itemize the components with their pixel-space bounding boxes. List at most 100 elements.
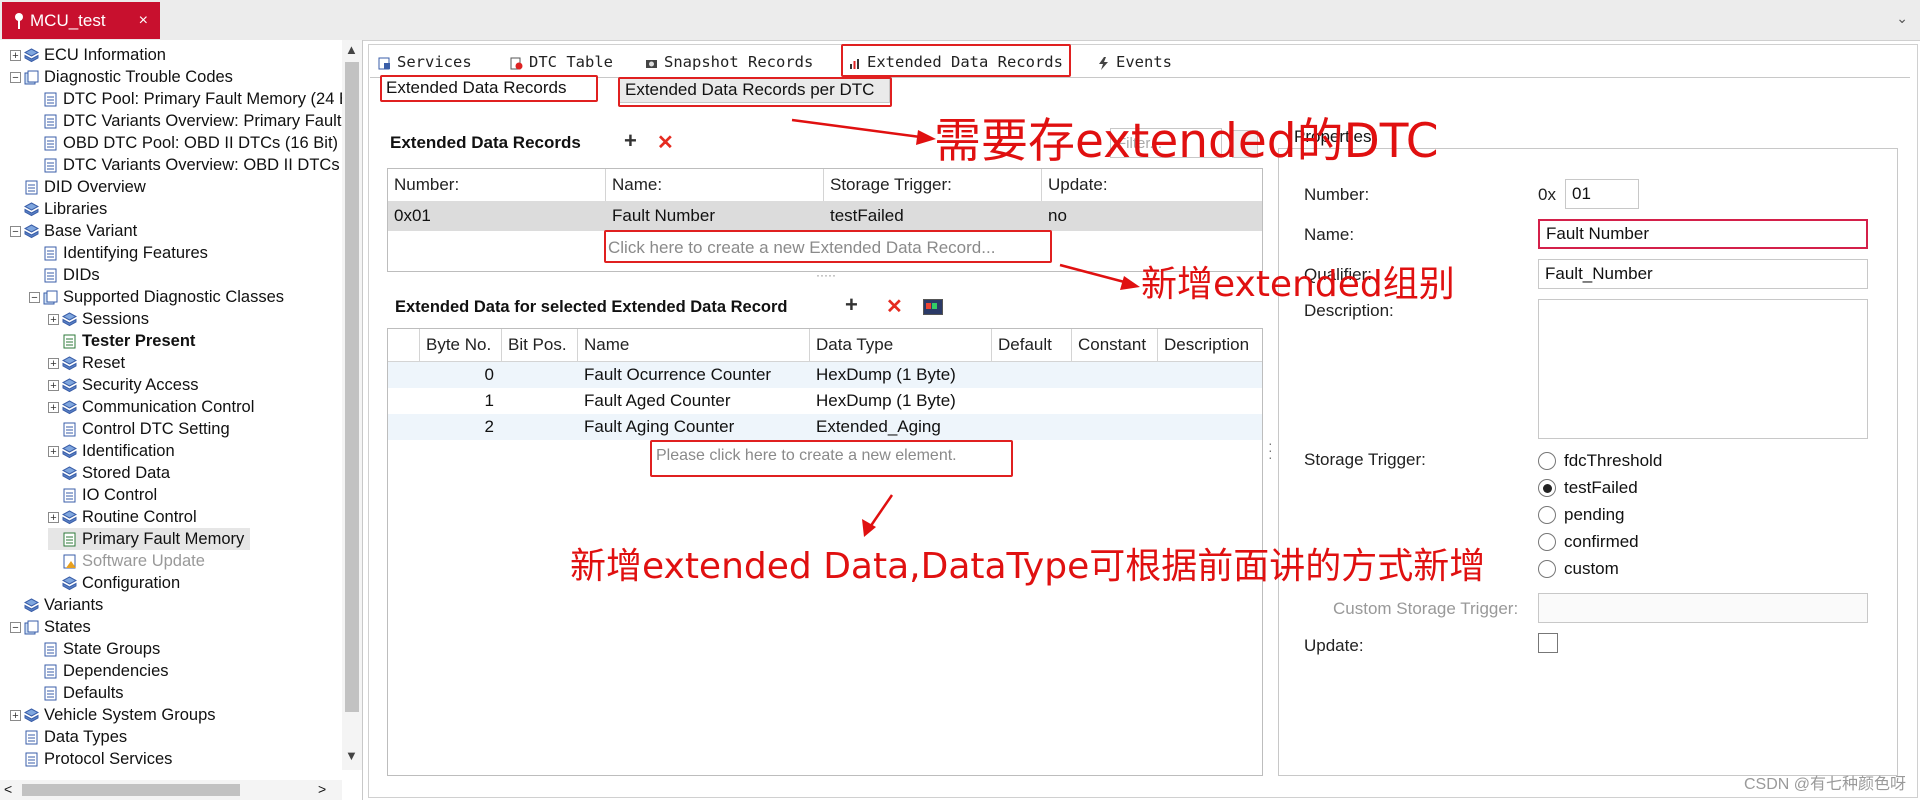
tree-item[interactable]: + Security Access — [48, 374, 198, 396]
records-col-header[interactable]: Number: — [388, 169, 606, 201]
tree-item[interactable]: Dependencies — [29, 660, 169, 682]
description-field[interactable] — [1538, 299, 1868, 439]
scroll-thumb[interactable] — [345, 62, 359, 712]
close-icon[interactable]: × — [139, 12, 148, 30]
tab-events[interactable]: Events — [1097, 48, 1172, 76]
scroll-thumb-horizontal[interactable] — [22, 784, 240, 796]
tree-item[interactable]: − Diagnostic Trouble Codes — [10, 66, 233, 88]
document-tab[interactable]: MCU_test × — [2, 2, 160, 39]
storage-trigger-option[interactable]: testFailed — [1538, 478, 1638, 498]
tab-extended-data-records[interactable]: Extended Data Records — [848, 48, 1063, 76]
elements-col-header[interactable]: Default — [992, 329, 1072, 361]
tree-item[interactable]: Primary Fault Memory — [48, 528, 251, 550]
storage-trigger-option[interactable]: confirmed — [1538, 532, 1639, 552]
tree-item[interactable]: DID Overview — [10, 176, 146, 198]
tree-horizontal-scrollbar[interactable]: < > — [0, 780, 342, 800]
tree-item[interactable]: − Supported Diagnostic Classes — [29, 286, 284, 308]
table-row[interactable]: 0 Fault Ocurrence Counter HexDump (1 Byte) — [388, 362, 1262, 388]
add-element-button[interactable]: + — [845, 292, 858, 318]
tree-item[interactable]: Data Types — [10, 726, 127, 748]
elements-col-header[interactable]: Byte No. — [420, 329, 502, 361]
custom-storage-trigger-field[interactable] — [1538, 593, 1868, 623]
scroll-left-icon[interactable]: < — [4, 781, 12, 797]
tree-item[interactable]: Variants — [10, 594, 103, 616]
subtab-records-per-dtc[interactable]: Extended Data Records per DTC — [618, 77, 890, 103]
table-row[interactable]: 0x01 Fault Number testFailed no — [388, 201, 1262, 231]
tree-item[interactable]: Software Update — [48, 550, 205, 572]
tree-item[interactable]: State Groups — [29, 638, 160, 660]
vertical-splitter-handle[interactable]: · · · — [1268, 436, 1273, 464]
records-col-header[interactable]: Update: — [1042, 169, 1262, 201]
storage-trigger-option[interactable]: custom — [1538, 559, 1619, 579]
delete-record-button[interactable]: ✕ — [657, 130, 674, 155]
tree-item[interactable]: − States — [10, 616, 91, 638]
create-element-hint[interactable]: Please click here to create a new elemen… — [656, 441, 957, 471]
scroll-right-icon[interactable]: > — [318, 781, 326, 797]
tree-item[interactable]: DTC Variants Overview: Primary Fault I — [29, 110, 351, 132]
elements-col-header[interactable]: Description — [1158, 329, 1262, 361]
subtab-extended-data-records[interactable]: Extended Data Records — [380, 75, 598, 101]
tree-item[interactable]: Libraries — [10, 198, 107, 220]
records-col-header[interactable]: Name: — [606, 169, 824, 201]
expand-icon[interactable]: + — [10, 709, 21, 721]
storage-trigger-option[interactable]: fdcThreshold — [1538, 451, 1662, 471]
tree-item[interactable]: + Communication Control — [48, 396, 254, 418]
create-record-hint[interactable]: Click here to create a new Extended Data… — [608, 233, 995, 263]
delete-element-button[interactable]: ✕ — [886, 294, 903, 319]
tree-item[interactable]: IO Control — [48, 484, 157, 506]
tree-item[interactable]: Protocol Services — [10, 748, 172, 770]
name-field[interactable]: Fault Number — [1538, 219, 1868, 249]
elements-col-header[interactable]: Bit Pos. — [502, 329, 578, 361]
radio-button[interactable] — [1538, 479, 1556, 497]
scroll-up-icon[interactable]: ▲ — [345, 42, 358, 57]
tree-item[interactable]: Configuration — [48, 572, 180, 594]
tree-item[interactable]: Control DTC Setting — [48, 418, 230, 440]
tree-item[interactable]: Identifying Features — [29, 242, 208, 264]
tree-item[interactable]: Defaults — [29, 682, 124, 704]
tree-item[interactable]: + Reset — [48, 352, 125, 374]
expand-icon[interactable]: + — [48, 445, 59, 457]
storage-trigger-option[interactable]: pending — [1538, 505, 1625, 525]
expand-icon[interactable]: + — [10, 49, 21, 61]
tree-vertical-scrollbar[interactable]: ▲ ▼ — [342, 40, 362, 770]
tree-item[interactable]: Tester Present — [48, 330, 195, 352]
collapse-icon[interactable]: − — [10, 225, 21, 237]
elements-col-header[interactable]: Constant — [1072, 329, 1158, 361]
tree-item[interactable]: DIDs — [29, 264, 100, 286]
tree-item[interactable]: Stored Data — [48, 462, 170, 484]
expand-icon[interactable]: + — [48, 401, 59, 413]
add-record-button[interactable]: + — [624, 128, 637, 154]
elements-col-header[interactable]: Data Type — [810, 329, 992, 361]
tree-item[interactable]: + Identification — [48, 440, 175, 462]
tree-item[interactable]: − Base Variant — [10, 220, 137, 242]
tree-item[interactable]: + Vehicle System Groups — [10, 704, 216, 726]
tree-item[interactable]: OBD DTC Pool: OBD II DTCs (16 Bit) — [29, 132, 338, 154]
tab-dtc-table[interactable]: DTC Table — [510, 48, 613, 76]
qualifier-field[interactable]: Fault_Number — [1538, 259, 1868, 289]
expand-icon[interactable]: + — [48, 357, 59, 369]
chevron-down-icon[interactable]: ⌄ — [1896, 10, 1908, 27]
tree-item[interactable]: + Sessions — [48, 308, 149, 330]
expand-icon[interactable]: + — [48, 313, 59, 325]
radio-button[interactable] — [1538, 560, 1556, 578]
table-row[interactable]: 1 Fault Aged Counter HexDump (1 Byte) — [388, 388, 1262, 414]
tree-item[interactable]: + Routine Control — [48, 506, 197, 528]
tree-item[interactable]: DTC Variants Overview: OBD II DTCs — [29, 154, 340, 176]
expand-icon[interactable]: + — [48, 379, 59, 391]
expand-icon[interactable]: + — [48, 511, 59, 523]
tab-services[interactable]: Services — [378, 48, 472, 76]
number-field[interactable]: 01 — [1565, 179, 1639, 209]
scroll-down-icon[interactable]: ▼ — [345, 748, 358, 763]
table-row[interactable]: 2 Fault Aging Counter Extended_Aging — [388, 414, 1262, 440]
update-checkbox[interactable] — [1538, 633, 1558, 653]
color-palette-icon[interactable] — [923, 299, 943, 315]
tree-item[interactable]: + ECU Information — [10, 44, 166, 66]
radio-button[interactable] — [1538, 533, 1556, 551]
radio-button[interactable] — [1538, 506, 1556, 524]
collapse-icon[interactable]: − — [10, 621, 21, 633]
radio-button[interactable] — [1538, 452, 1556, 470]
collapse-icon[interactable]: − — [29, 291, 40, 303]
tree-item[interactable]: DTC Pool: Primary Fault Memory (24 B — [29, 88, 350, 110]
records-col-header[interactable]: Storage Trigger: — [824, 169, 1042, 201]
elements-col-header[interactable]: Name — [578, 329, 810, 361]
